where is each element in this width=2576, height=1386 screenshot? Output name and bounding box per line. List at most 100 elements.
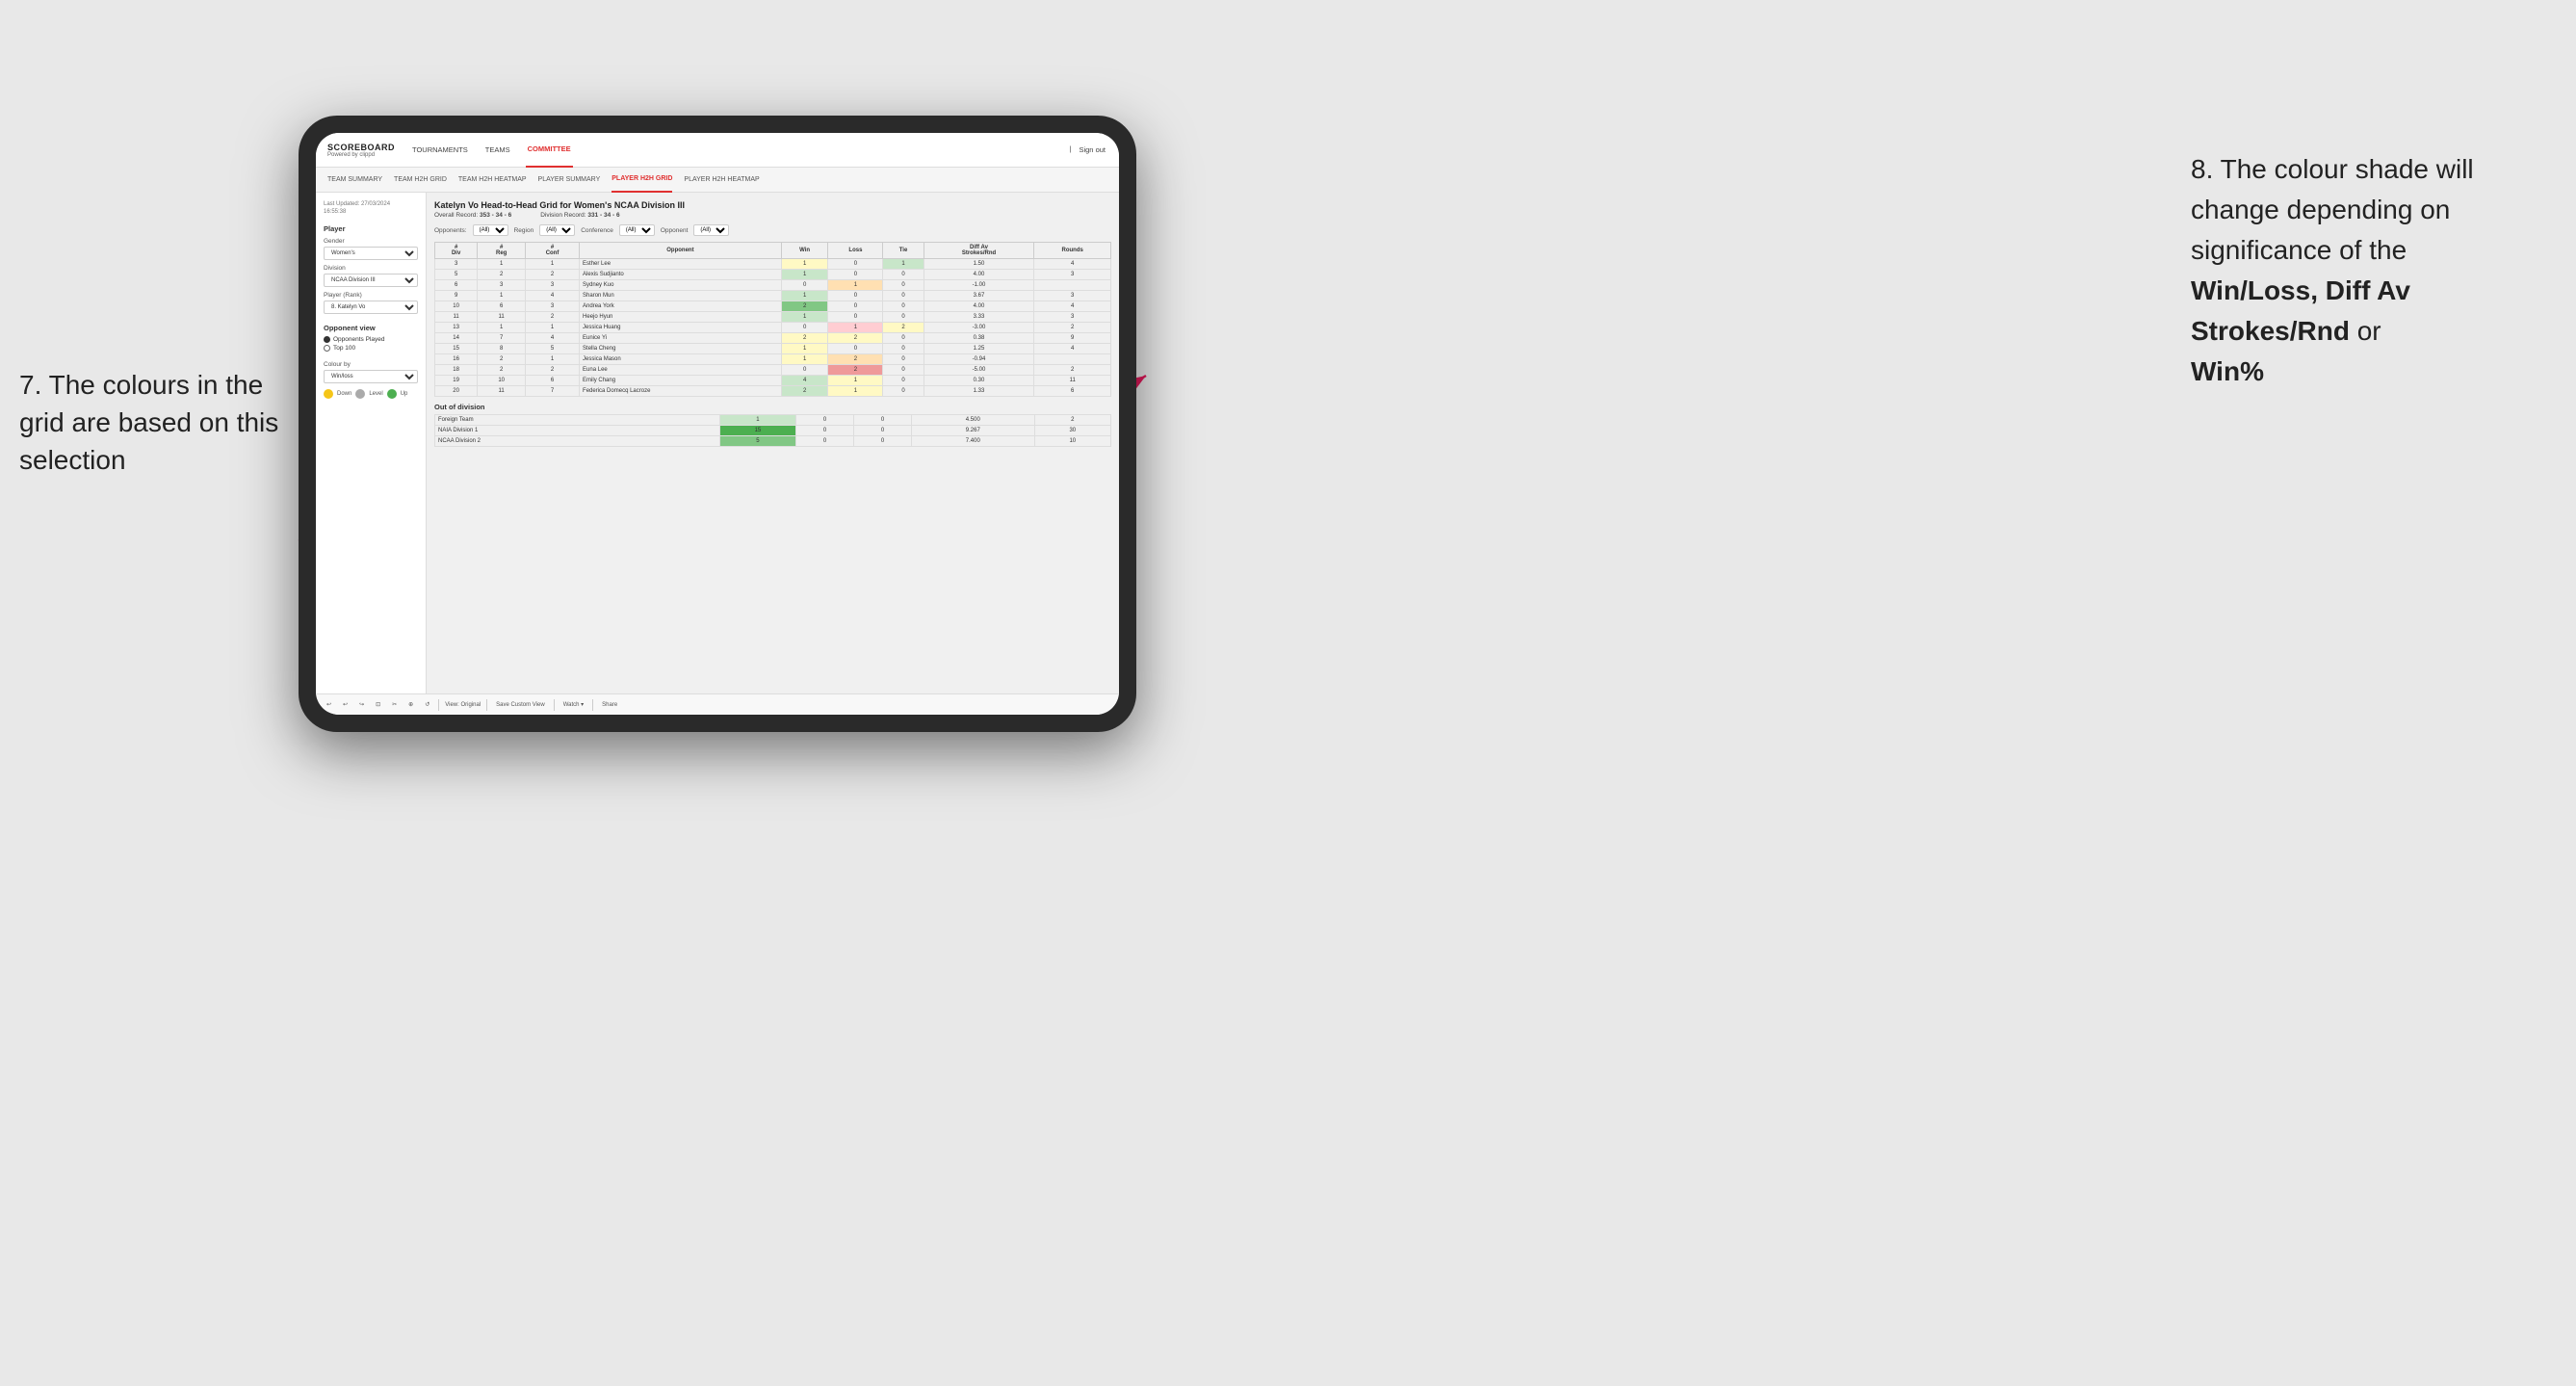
table-row: 9 1 4 Sharon Mun 1 0 0 3.67 3 [435, 291, 1111, 301]
legend-dot-up [387, 389, 397, 399]
table-row: 14 7 4 Eunice Yi 2 2 0 0.38 9 [435, 333, 1111, 344]
watch-button[interactable]: Watch ▾ [560, 700, 586, 709]
table-row: NCAA Division 2 5 0 0 7.400 10 [435, 436, 1111, 447]
gender-label: Gender [324, 238, 418, 245]
opponent-view-section: Opponent view Opponents Played Top 100 [324, 324, 418, 352]
filters-row: Opponents: (All) Region (All) Conference… [434, 224, 1111, 236]
annotation-left: 7. The colours in the grid are based on … [19, 366, 289, 480]
conference-filter-label: Conference [581, 227, 613, 234]
col-diff: Diff AvStrokes/Rnd [924, 243, 1034, 259]
sub-nav-team-h2h-grid[interactable]: TEAM H2H GRID [394, 168, 447, 193]
legend-dot-down [324, 389, 333, 399]
tablet-screen: SCOREBOARD Powered by clippd TOURNAMENTS… [316, 133, 1119, 715]
col-div: #Div [435, 243, 478, 259]
table-row: 20 11 7 Federica Domecq Lacroze 2 1 0 1.… [435, 386, 1111, 397]
table-row: 19 10 6 Emily Chang 4 1 0 0.30 11 [435, 376, 1111, 386]
table-row: 16 2 1 Jessica Mason 1 2 0 -0.94 [435, 354, 1111, 365]
out-of-division-table: Foreign Team 1 0 0 4.500 2 NAIA Division… [434, 414, 1111, 447]
region-filter-select[interactable]: (All) [539, 224, 575, 236]
radio-top100[interactable]: Top 100 [324, 345, 418, 352]
grid-title: Katelyn Vo Head-to-Head Grid for Women's… [434, 200, 1111, 210]
nav-separator: | [1070, 146, 1072, 153]
out-of-division-title: Out of division [434, 403, 1111, 411]
division-record: Division Record: 331 - 34 - 6 [540, 212, 619, 219]
gender-select[interactable]: Women's [324, 247, 418, 260]
colour-by-label: Colour by [324, 361, 418, 368]
table-row: 3 1 1 Esther Lee 1 0 1 1.50 4 [435, 259, 1111, 270]
table-row: NAIA Division 1 15 0 0 9.267 30 [435, 426, 1111, 436]
toolbar-divider-4 [592, 699, 593, 711]
view-original-label: View: Original [445, 702, 481, 708]
legend-label-down: Down [337, 391, 351, 397]
undo-button[interactable]: ↩ [324, 700, 334, 709]
table-row: 18 2 2 Euna Lee 0 2 0 -5.00 2 [435, 365, 1111, 376]
nav-right: | Sign out [1070, 133, 1107, 168]
redo-button[interactable]: ↩ [340, 700, 351, 709]
conference-filter-select[interactable]: (All) [619, 224, 655, 236]
logo-area: SCOREBOARD Powered by clippd [327, 143, 395, 158]
division-select[interactable]: NCAA Division III [324, 274, 418, 287]
division-label: Division [324, 265, 418, 272]
col-reg: #Reg [478, 243, 526, 259]
annotation-right: 8. The colour shade will change dependin… [2191, 149, 2557, 392]
left-sidebar: Last Updated: 27/03/2024 16:55:38 Player… [316, 193, 427, 693]
share-button[interactable]: Share [599, 701, 620, 709]
nav-item-teams[interactable]: TEAMS [483, 133, 512, 168]
sub-nav-player-h2h-heatmap[interactable]: PLAYER H2H HEATMAP [684, 168, 759, 193]
colour-by-select[interactable]: Win/loss [324, 370, 418, 383]
opponents-filter-label: Opponents: [434, 227, 467, 234]
col-conf: #Conf [526, 243, 580, 259]
sign-out-link[interactable]: Sign out [1077, 133, 1107, 168]
player-rank-label: Player (Rank) [324, 292, 418, 299]
grid-button[interactable]: ⊡ [373, 700, 383, 709]
player-rank-select[interactable]: 8. Katelyn Vo [324, 301, 418, 314]
table-row: 10 6 3 Andrea York 2 0 0 4.00 4 [435, 301, 1111, 312]
col-loss: Loss [828, 243, 883, 259]
main-content: Katelyn Vo Head-to-Head Grid for Women's… [427, 193, 1119, 693]
table-row: 6 3 3 Sydney Kuo 0 1 0 -1.00 [435, 280, 1111, 291]
tablet-frame: SCOREBOARD Powered by clippd TOURNAMENTS… [299, 116, 1136, 732]
cut-button[interactable]: ✂ [389, 700, 400, 709]
toolbar-divider-1 [438, 699, 439, 711]
legend-row: Down Level Up [324, 389, 418, 399]
opponents-filter-select[interactable]: (All) [473, 224, 508, 236]
overall-record: Overall Record: 353 - 34 - 6 [434, 212, 511, 219]
nav-bar: SCOREBOARD Powered by clippd TOURNAMENTS… [316, 133, 1119, 168]
player-section-title: Player [324, 224, 418, 233]
nav-items: TOURNAMENTS TEAMS COMMITTEE [410, 133, 1070, 168]
forward-button[interactable]: ↪ [356, 700, 367, 709]
table-row: 5 2 2 Alexis Sudjianto 1 0 0 4.00 3 [435, 270, 1111, 280]
nav-item-committee[interactable]: COMMITTEE [526, 133, 573, 168]
add-button[interactable]: ⊕ [405, 700, 416, 709]
colour-by-section: Colour by Win/loss Down Level Up [324, 361, 418, 399]
toolbar-divider-3 [554, 699, 555, 711]
sub-nav-team-h2h-heatmap[interactable]: TEAM H2H HEATMAP [458, 168, 527, 193]
logo-text: SCOREBOARD [327, 143, 395, 152]
sub-nav-player-h2h-grid[interactable]: PLAYER H2H GRID [611, 168, 672, 193]
save-custom-button[interactable]: Save Custom View [493, 701, 548, 709]
opponent-view-title: Opponent view [324, 324, 418, 332]
toolbar-divider-2 [486, 699, 487, 711]
sub-nav: TEAM SUMMARY TEAM H2H GRID TEAM H2H HEAT… [316, 168, 1119, 193]
col-opponent: Opponent [580, 243, 782, 259]
table-row: 13 1 1 Jessica Huang 0 1 2 -3.00 2 [435, 323, 1111, 333]
data-table: #Div #Reg #Conf Opponent Win Loss Tie Di… [434, 242, 1111, 397]
records-row: Overall Record: 353 - 34 - 6 Division Re… [434, 212, 1111, 219]
last-updated: Last Updated: 27/03/2024 16:55:38 [324, 200, 418, 217]
sub-nav-team-summary[interactable]: TEAM SUMMARY [327, 168, 382, 193]
sub-nav-player-summary[interactable]: PLAYER SUMMARY [538, 168, 601, 193]
region-filter-label: Region [514, 227, 534, 234]
col-tie: Tie [883, 243, 924, 259]
opponent-filter-select[interactable]: (All) [693, 224, 729, 236]
legend-label-level: Level [369, 391, 382, 397]
table-row: Foreign Team 1 0 0 4.500 2 [435, 415, 1111, 426]
bottom-toolbar: ↩ ↩ ↪ ⊡ ✂ ⊕ ↺ View: Original Save Custom… [316, 693, 1119, 715]
table-row: 15 8 5 Stella Cheng 1 0 0 1.25 4 [435, 344, 1111, 354]
col-rounds: Rounds [1034, 243, 1111, 259]
refresh-button[interactable]: ↺ [422, 700, 432, 709]
opponent-filter-label: Opponent [661, 227, 689, 234]
radio-opponents-played[interactable]: Opponents Played [324, 336, 418, 343]
table-row: 11 11 2 Heejo Hyun 1 0 0 3.33 3 [435, 312, 1111, 323]
nav-item-tournaments[interactable]: TOURNAMENTS [410, 133, 470, 168]
radio-dot-opponents [324, 336, 330, 343]
